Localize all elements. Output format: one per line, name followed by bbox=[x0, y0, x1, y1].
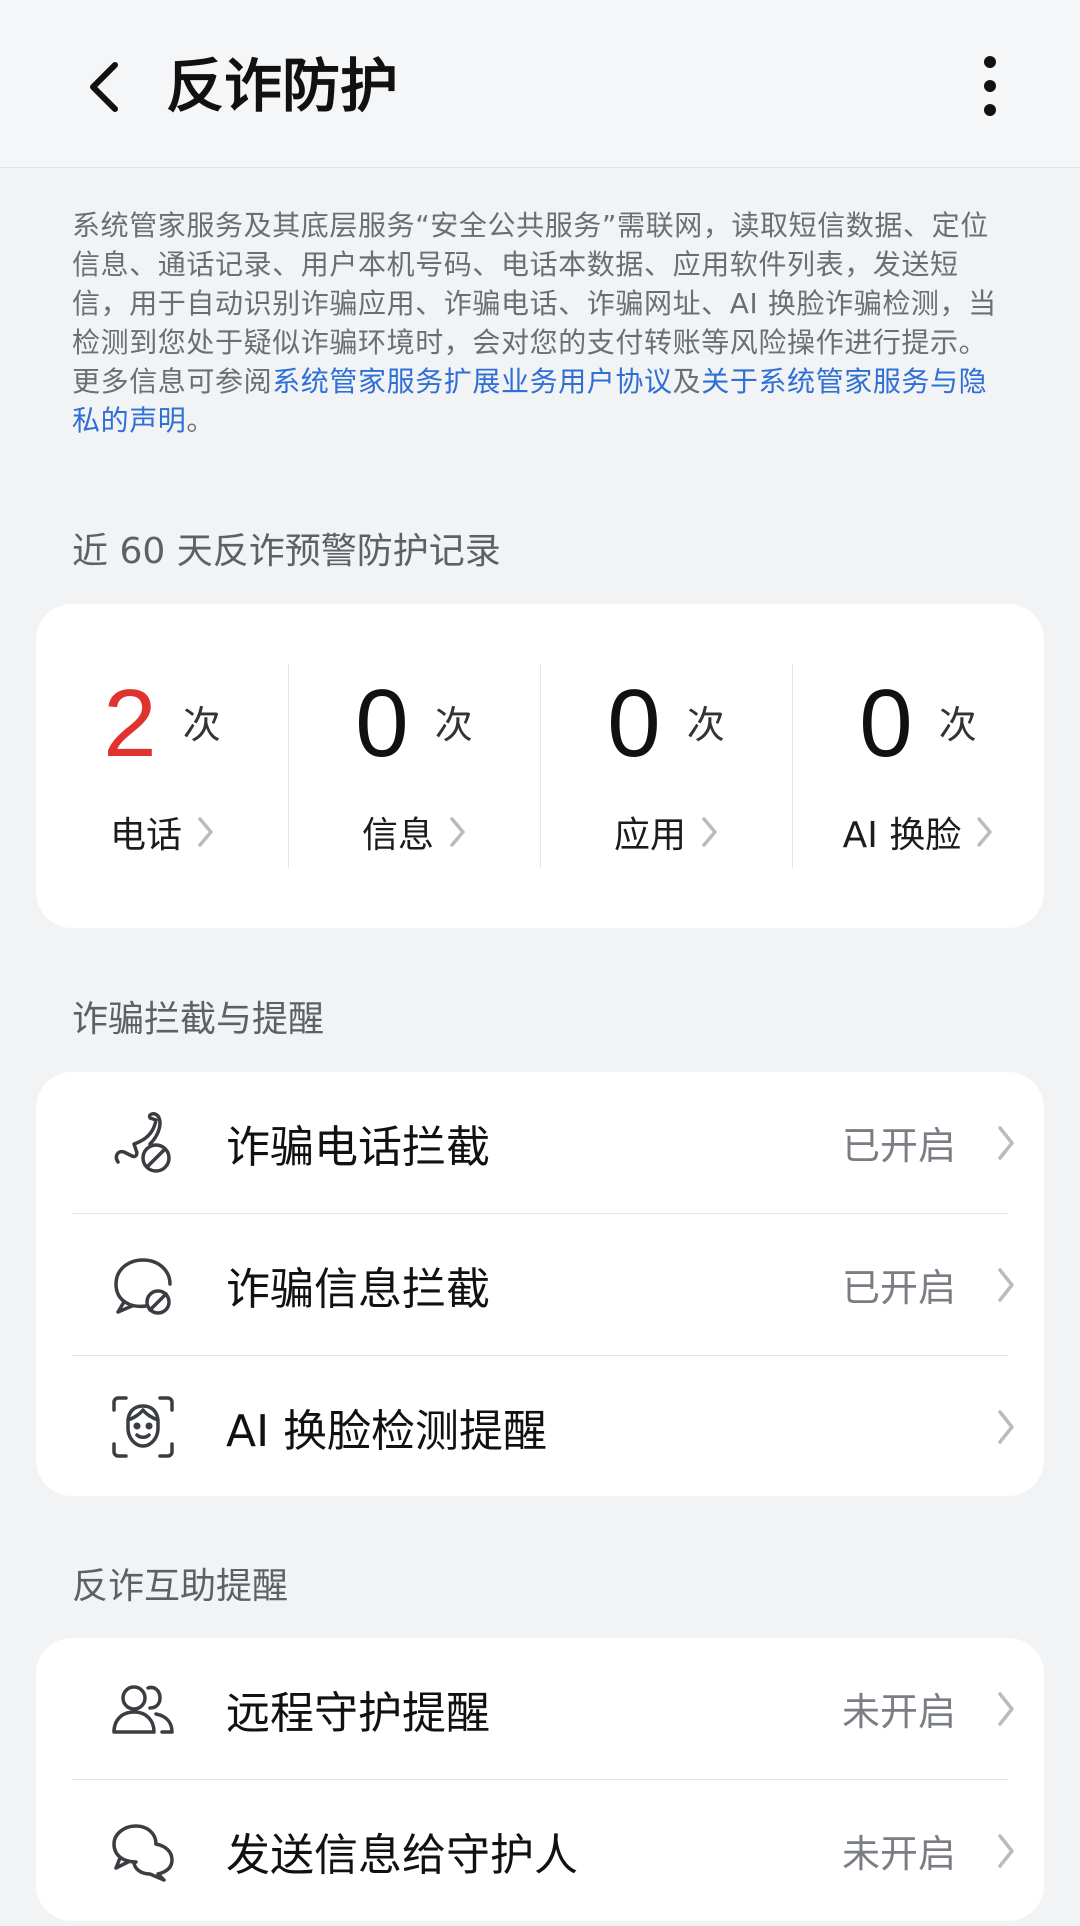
more-vertical-icon bbox=[984, 56, 996, 116]
stat-phone-value: 2 bbox=[103, 670, 157, 777]
chevron-right-icon bbox=[700, 815, 718, 849]
intercept-card: 诈骗电话拦截 已开启 诈骗信息拦截 已开启 AI 换脸检测提醒 bbox=[36, 1072, 1044, 1496]
row-label: AI 换脸检测提醒 bbox=[226, 1405, 548, 1457]
row-status: 未开启 bbox=[841, 1690, 956, 1734]
stat-unit: 次 bbox=[938, 703, 977, 747]
row-ai-face-detection[interactable]: AI 换脸检测提醒 bbox=[72, 1356, 1044, 1497]
stat-app[interactable]: 0 次 应用 bbox=[540, 604, 792, 928]
chevron-right-icon bbox=[975, 815, 993, 849]
stat-message-value: 0 bbox=[355, 670, 409, 777]
row-fraud-call-block[interactable]: 诈骗电话拦截 已开启 bbox=[72, 1072, 1044, 1213]
mutual-card: 远程守护提醒 未开启 发送信息给守护人 未开启 bbox=[36, 1638, 1044, 1921]
stat-unit: 次 bbox=[686, 703, 725, 747]
stat-unit: 次 bbox=[434, 703, 473, 747]
chat-bubbles-icon bbox=[110, 1818, 176, 1884]
stat-ai-face-value: 0 bbox=[859, 670, 913, 777]
stat-app-label: 应用 bbox=[613, 815, 686, 856]
row-remote-guard[interactable]: 远程守护提醒 未开启 bbox=[72, 1638, 1044, 1779]
notice-end: 。 bbox=[186, 404, 216, 437]
row-status: 未开启 bbox=[841, 1832, 956, 1876]
chevron-right-icon bbox=[996, 1690, 1016, 1728]
stat-unit: 次 bbox=[182, 703, 221, 747]
row-label: 远程守护提醒 bbox=[226, 1687, 490, 1739]
stat-message-label: 信息 bbox=[361, 815, 434, 856]
chevron-right-icon bbox=[448, 815, 466, 849]
chevron-right-icon bbox=[996, 1124, 1016, 1162]
stat-ai-face-label: AI 换脸 bbox=[842, 815, 962, 856]
row-label: 发送信息给守护人 bbox=[226, 1829, 578, 1881]
anti-fraud-page: 反诈防护 系统管家服务及其底层服务“安全公共服务”需联网，读取短信数据、定位信息… bbox=[0, 0, 1080, 1926]
user-agreement-link[interactable]: 系统管家服务扩展业务用户协议 bbox=[272, 365, 672, 398]
row-status: 已开启 bbox=[841, 1124, 956, 1168]
chevron-right-icon bbox=[996, 1408, 1016, 1446]
row-label: 诈骗电话拦截 bbox=[226, 1121, 490, 1173]
more-options-button[interactable] bbox=[960, 50, 1020, 122]
row-send-to-guardian[interactable]: 发送信息给守护人 未开启 bbox=[72, 1780, 1044, 1921]
stat-phone-label: 电话 bbox=[109, 815, 182, 856]
stat-app-value: 0 bbox=[607, 670, 661, 777]
back-button[interactable] bbox=[70, 52, 140, 122]
phone-block-icon bbox=[110, 1110, 176, 1176]
face-scan-icon bbox=[110, 1394, 176, 1460]
page-title: 反诈防护 bbox=[166, 52, 399, 120]
people-icon bbox=[110, 1676, 176, 1742]
back-arrow-icon bbox=[90, 62, 118, 112]
records-section-title: 近 60 天反诈预警防护记录 bbox=[72, 531, 501, 572]
intercept-section-title: 诈骗拦截与提醒 bbox=[72, 999, 325, 1040]
records-card: 2 次 电话 0 次 信息 0 次 应用 0 次 AI 换脸 bbox=[36, 604, 1044, 928]
stat-message[interactable]: 0 次 信息 bbox=[288, 604, 540, 928]
stat-ai-face[interactable]: 0 次 AI 换脸 bbox=[792, 604, 1044, 928]
mutual-section-title: 反诈互助提醒 bbox=[72, 1566, 289, 1607]
chevron-right-icon bbox=[196, 815, 214, 849]
row-status: 已开启 bbox=[841, 1266, 956, 1310]
row-label: 诈骗信息拦截 bbox=[226, 1263, 490, 1315]
notice-joiner: 及 bbox=[672, 365, 702, 398]
app-bar: 反诈防护 bbox=[0, 0, 1080, 168]
chevron-right-icon bbox=[996, 1832, 1016, 1870]
row-fraud-message-block[interactable]: 诈骗信息拦截 已开启 bbox=[72, 1214, 1044, 1355]
privacy-notice: 系统管家服务及其底层服务“安全公共服务”需联网，读取短信数据、定位信息、通话记录… bbox=[72, 206, 1012, 440]
stat-phone[interactable]: 2 次 电话 bbox=[36, 604, 288, 928]
message-block-icon bbox=[110, 1252, 176, 1318]
chevron-right-icon bbox=[996, 1266, 1016, 1304]
